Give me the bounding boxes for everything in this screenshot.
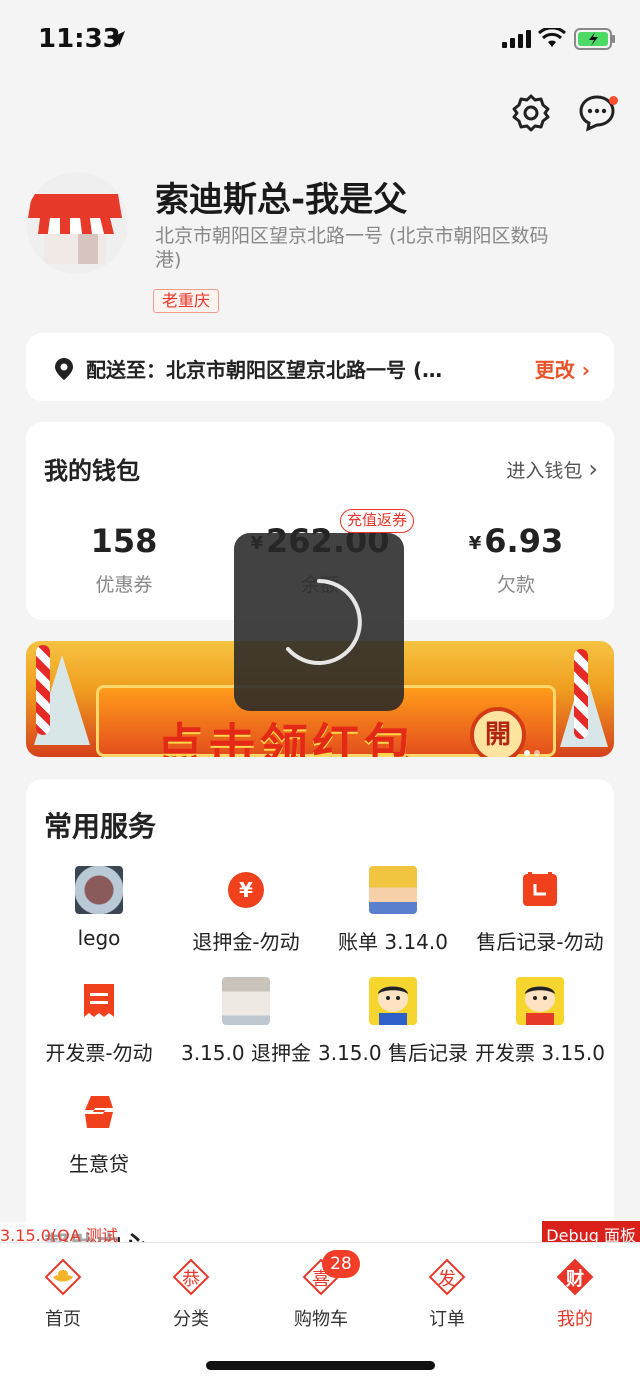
status-bar: 11:33 (0, 0, 640, 80)
banner-headline: 点击领红包 (156, 719, 417, 757)
service-label: 开发票 3.15.0 (475, 1041, 605, 1065)
change-label: 更改 (534, 358, 575, 382)
currency-symbol: ¥ (468, 532, 482, 554)
service-item[interactable]: 开发票-勿动 (24, 977, 174, 1066)
wallet-coupons[interactable]: 158 优惠券 (34, 522, 214, 597)
message-button[interactable] (578, 92, 620, 134)
service-label: 3.15.0 售后记录 (318, 1041, 468, 1065)
lego-photo-icon (75, 866, 123, 914)
debt-label: 欠款 (496, 574, 535, 596)
wallet-debt[interactable]: ¥6.93 欠款 (426, 522, 606, 597)
cart-count-badge: 28 (322, 1250, 360, 1278)
tab-glyph: 财 (566, 1269, 584, 1290)
service-item[interactable]: ¥ 退押金-勿动 (171, 866, 321, 955)
cai-character-icon: 财 (555, 1257, 595, 1297)
carousel-indicator (524, 741, 544, 757)
svg-text:¥: ¥ (239, 878, 253, 902)
service-item[interactable]: 售后记录-勿动 (465, 866, 615, 955)
delivery-address-card[interactable]: 配送至：北京市朝阳区望京北路一号 (北京市朝阳区数码港) 更改 › (26, 333, 614, 401)
enter-wallet-label: 进入钱包 (506, 460, 583, 482)
location-pin-icon (55, 358, 73, 380)
cartoon-boy-icon (369, 977, 417, 1025)
invoice-icon (75, 977, 123, 1025)
chevron-right-icon: › (581, 358, 590, 382)
store-address: 北京市朝阳区望京北路一号 (北京市朝阳区数码港) (155, 225, 549, 271)
store-front-icon (28, 194, 122, 264)
service-label: 退押金-勿动 (192, 930, 300, 954)
coupons-label: 优惠券 (95, 574, 153, 596)
baby-photo-icon (222, 977, 270, 1025)
tab-label: 分类 (173, 1309, 209, 1330)
service-label: 开发票-勿动 (45, 1041, 153, 1065)
tab-glyph: 恭 (182, 1269, 200, 1290)
battery-charging-icon (574, 28, 615, 50)
wifi-icon (538, 28, 566, 47)
location-arrow-icon (111, 31, 125, 46)
enter-wallet-link[interactable]: 进入钱包 › (506, 455, 598, 483)
tab-category[interactable]: 恭 分类 (146, 1257, 236, 1331)
service-label: 3.15.0 退押金 (181, 1041, 311, 1065)
store-avatar[interactable] (26, 172, 128, 274)
service-item[interactable]: 3.15.0 售后记录 (318, 977, 468, 1066)
yen-circle-icon: ¥ (222, 866, 270, 914)
service-label: 售后记录-勿动 (476, 930, 604, 954)
cartoon-boy-icon (516, 977, 564, 1025)
loading-spinner-icon (286, 579, 362, 665)
wallet-title: 我的钱包 (44, 457, 140, 485)
candy-cane-decoration (574, 649, 588, 739)
tab-mine[interactable]: 财 我的 (530, 1257, 620, 1331)
service-item[interactable]: 账单 3.14.0 (318, 866, 468, 955)
change-address-link[interactable]: 更改 › (535, 354, 590, 383)
tab-label: 购物车 (294, 1309, 348, 1330)
service-item[interactable]: 3.15.0 退押金 (171, 977, 321, 1066)
status-time: 11:33 (38, 24, 121, 54)
gold-ingot-icon (43, 1257, 83, 1297)
service-label: lego (77, 926, 121, 950)
home-indicator (206, 1361, 435, 1370)
tab-orders[interactable]: 发 订单 (402, 1257, 492, 1331)
calendar-icon (516, 866, 564, 914)
loading-overlay (234, 533, 404, 711)
tab-label: 我的 (557, 1309, 593, 1330)
tab-home[interactable]: 首页 (18, 1257, 108, 1331)
service-item[interactable]: 生意贷 (24, 1088, 174, 1177)
cellular-signal-icon (502, 30, 531, 48)
common-services-card: 常用服务 lego ¥ 退押金-勿动 账单 3.14.0 售后记录-勿动 开发票… (26, 779, 614, 1249)
unread-dot (609, 96, 618, 105)
loan-s-icon (75, 1088, 123, 1136)
store-name: 索迪斯总-我是父 (155, 180, 408, 220)
services-title: 常用服务 (44, 810, 157, 843)
service-item[interactable]: lego (24, 866, 174, 950)
tab-glyph: 发 (438, 1269, 456, 1290)
store-tag: 老重庆 (153, 289, 220, 313)
service-item[interactable]: 开发票 3.15.0 (465, 977, 615, 1066)
baby-photo-icon (369, 866, 417, 914)
chevron-right-icon: › (588, 455, 598, 483)
settings-gear-icon[interactable] (510, 92, 552, 134)
fa-character-icon: 发 (427, 1257, 467, 1297)
debt-value: 6.93 (484, 522, 564, 560)
tab-label: 订单 (429, 1309, 465, 1330)
coupons-value: 158 (90, 522, 158, 560)
tab-label: 首页 (45, 1309, 81, 1330)
open-red-packet-button[interactable]: 開 (470, 707, 526, 757)
gong-character-icon: 恭 (171, 1257, 211, 1297)
service-label: 账单 3.14.0 (338, 930, 448, 954)
service-label: 生意贷 (69, 1152, 129, 1176)
delivery-address: 配送至：北京市朝阳区望京北路一号 (北京市朝阳区数码港) (86, 358, 456, 382)
recharge-coupon-badge[interactable]: 充值返券 (340, 509, 415, 533)
candy-cane-decoration (36, 645, 50, 735)
